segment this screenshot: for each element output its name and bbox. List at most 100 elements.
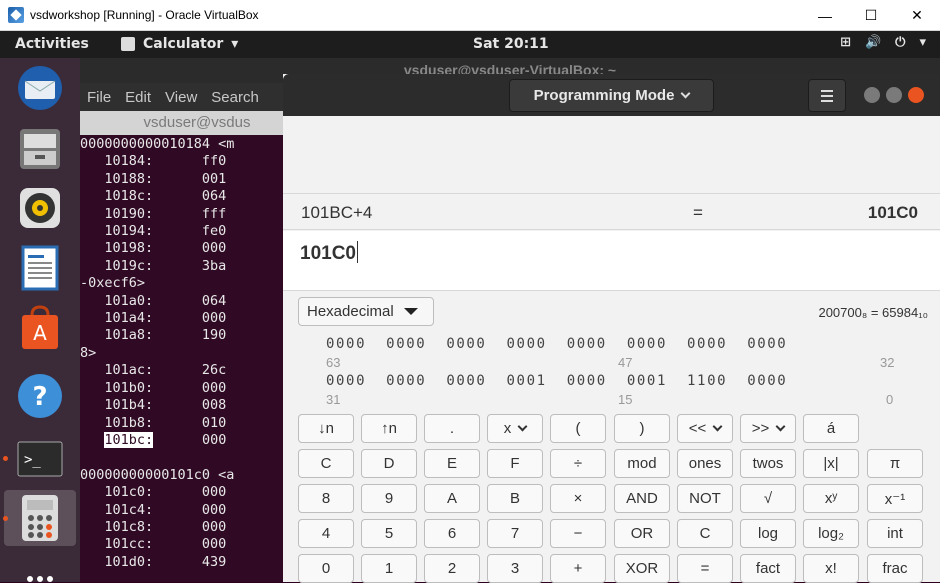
- key-3-7[interactable]: log: [740, 519, 796, 548]
- key-3-9[interactable]: int: [867, 519, 923, 548]
- dock-software[interactable]: A: [12, 300, 68, 356]
- key-1-7[interactable]: twos: [740, 449, 796, 478]
- dock-rhythmbox[interactable]: [12, 180, 68, 236]
- menu-file[interactable]: File: [87, 89, 111, 106]
- terminal-line: 101c4: 000: [80, 501, 227, 518]
- bit-row-low[interactable]: 0000 0000 0000 0001 0000 0001 1100 0000: [326, 373, 787, 389]
- key-4-3[interactable]: 3: [487, 554, 543, 583]
- minimize-button[interactable]: —: [802, 0, 848, 31]
- close-button[interactable]: [908, 87, 924, 103]
- show-applications[interactable]: [12, 553, 68, 583]
- maximize-button[interactable]: [886, 87, 902, 103]
- key-label: log: [757, 525, 779, 542]
- menu-view[interactable]: View: [165, 89, 197, 106]
- key-label: ×: [573, 490, 583, 507]
- bit-row-high[interactable]: 0000 0000 0000 0000 0000 0000 0000 0000: [326, 336, 787, 352]
- dock-calculator[interactable]: [4, 490, 76, 546]
- key-2-4[interactable]: ×: [550, 484, 606, 513]
- key-4-4[interactable]: +: [550, 554, 606, 583]
- key-1-8[interactable]: |x|: [803, 449, 859, 478]
- key-4-5[interactable]: XOR: [614, 554, 670, 583]
- mode-selector-button[interactable]: Programming Mode: [509, 79, 714, 112]
- key-4-7[interactable]: fact: [740, 554, 796, 583]
- menu-edit[interactable]: Edit: [125, 89, 151, 106]
- host-title-bar: vsdworkshop [Running] - Oracle VirtualBo…: [0, 0, 940, 31]
- key-4-0[interactable]: 0: [298, 554, 354, 583]
- key-label: =: [700, 560, 710, 577]
- key-label: log₂: [818, 525, 844, 542]
- dock-help[interactable]: ?: [12, 368, 68, 424]
- key-1-3[interactable]: F: [487, 449, 543, 478]
- key-1-9[interactable]: π: [867, 449, 923, 478]
- key-4-9[interactable]: frac: [867, 554, 923, 583]
- terminal-line: 10188: 001: [80, 170, 227, 187]
- key-0-5[interactable]: ): [614, 414, 670, 443]
- key-2-7[interactable]: √: [740, 484, 796, 513]
- system-menu[interactable]: ⊞ 🔊 ⏻ ▾: [840, 35, 926, 50]
- key-3-2[interactable]: 6: [424, 519, 480, 548]
- key-label: 7: [510, 525, 520, 542]
- minimize-button[interactable]: [864, 87, 880, 103]
- running-indicator: [3, 456, 8, 461]
- close-button[interactable]: ✕: [894, 0, 940, 31]
- key-label: D: [383, 455, 395, 472]
- maximize-button[interactable]: ☐: [848, 0, 894, 31]
- key-0-4[interactable]: (: [550, 414, 606, 443]
- menu-button[interactable]: [808, 79, 846, 112]
- key-0-2[interactable]: .: [424, 414, 480, 443]
- terminal-line: 101c8: 000: [80, 518, 227, 535]
- key-2-1[interactable]: 9: [361, 484, 417, 513]
- menu-search[interactable]: Search: [211, 89, 259, 106]
- dock-thunderbird[interactable]: [12, 60, 68, 116]
- app-menu[interactable]: Calculator ▾: [121, 36, 238, 52]
- key-4-2[interactable]: 2: [424, 554, 480, 583]
- terminal-output[interactable]: 0000000000010184 <m 10184: ff0 10188: 00…: [80, 136, 284, 582]
- expression-entry[interactable]: 101C0: [283, 231, 940, 291]
- key-0-8[interactable]: á: [803, 414, 859, 443]
- key-2-3[interactable]: B: [487, 484, 543, 513]
- terminal-tab[interactable]: vsduser@vsdus: [80, 111, 284, 135]
- history-result[interactable]: 101C0: [868, 203, 918, 223]
- key-2-0[interactable]: 8: [298, 484, 354, 513]
- key-4-8[interactable]: x!: [803, 554, 859, 583]
- dock-terminal[interactable]: >_: [12, 431, 68, 487]
- key-label: B: [509, 490, 520, 507]
- key-1-1[interactable]: D: [361, 449, 417, 478]
- key-2-8[interactable]: xʸ: [803, 484, 859, 513]
- key-1-4[interactable]: ÷: [550, 449, 606, 478]
- key-1-0[interactable]: C: [298, 449, 354, 478]
- key-0-1[interactable]: ↑n: [361, 414, 417, 443]
- terminal-line: -0xecf6>: [80, 275, 146, 292]
- key-4-6[interactable]: =: [677, 554, 733, 583]
- key-3-5[interactable]: OR: [614, 519, 670, 548]
- key-3-4[interactable]: −: [550, 519, 606, 548]
- key-label: <<: [688, 420, 707, 437]
- key-label: x: [503, 420, 512, 437]
- clock[interactable]: Sat 20:11: [473, 36, 549, 52]
- key-3-8[interactable]: log₂: [803, 519, 859, 548]
- dock-files[interactable]: [12, 120, 68, 176]
- key-1-5[interactable]: mod: [614, 449, 670, 478]
- number-base-dropdown[interactable]: Hexadecimal: [298, 297, 434, 326]
- key-3-6[interactable]: C: [677, 519, 733, 548]
- key-1-6[interactable]: ones: [677, 449, 733, 478]
- key-2-5[interactable]: AND: [614, 484, 670, 513]
- key-0-0[interactable]: ↓n: [298, 414, 354, 443]
- key-2-9[interactable]: x⁻¹: [867, 484, 923, 513]
- activities-button[interactable]: Activities: [15, 36, 89, 52]
- terminal-line: 8>: [80, 344, 97, 361]
- key-label: ones: [688, 455, 722, 472]
- key-4-1[interactable]: 1: [361, 554, 417, 583]
- key-3-1[interactable]: 5: [361, 519, 417, 548]
- key-0-3[interactable]: x: [487, 414, 543, 443]
- key-3-3[interactable]: 7: [487, 519, 543, 548]
- dock-writer[interactable]: [12, 240, 68, 296]
- key-3-0[interactable]: 4: [298, 519, 354, 548]
- history-entry[interactable]: 101BC+4 = 101C0: [283, 194, 940, 230]
- key-0-6[interactable]: <<: [677, 414, 733, 443]
- key-1-2[interactable]: E: [424, 449, 480, 478]
- key-0-7[interactable]: >>: [740, 414, 796, 443]
- key-2-6[interactable]: NOT: [677, 484, 733, 513]
- key-2-2[interactable]: A: [424, 484, 480, 513]
- rhythmbox-icon: [20, 188, 60, 228]
